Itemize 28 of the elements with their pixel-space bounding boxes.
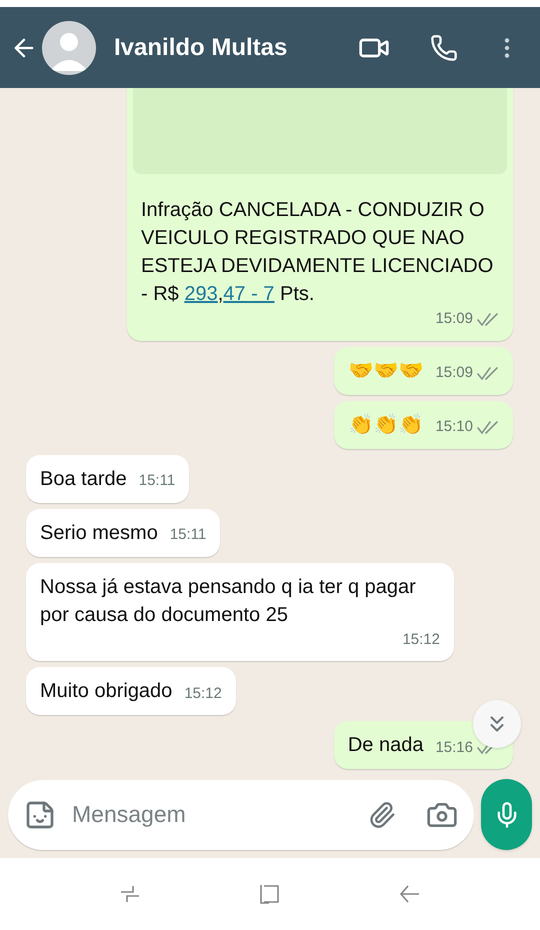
message-text: 👏👏👏 (348, 412, 424, 438)
contact-name[interactable]: Ivanildo Multas (114, 30, 358, 66)
scroll-down-button[interactable] (473, 700, 521, 748)
phone-icon[interactable] (430, 34, 458, 62)
message-input-field[interactable]: Mensagem (8, 780, 474, 850)
message-time: 15:11 (170, 525, 206, 545)
message-time: 15:10 (435, 417, 473, 437)
message-link[interactable]: 47 - 7 (223, 283, 274, 305)
microphone-button[interactable] (481, 779, 532, 850)
paperclip-icon[interactable] (368, 800, 396, 828)
message-time: 15:11 (138, 471, 176, 491)
message-text: De nada (348, 733, 424, 758)
message-text: Infração CANCELADA - CONDUZIR O VEICULO REGISTRADO QUE NAO ESTEJA DEVIDAMENTE LICENCIADO - R$ 293,47 - 7 Pts. (141, 198, 494, 307)
message-text: Boa tarde (40, 466, 127, 492)
message-time: 15:12 (184, 684, 222, 704)
message-text: 🤝🤝🤝 (348, 358, 424, 384)
message-time: 15:12 (402, 630, 440, 650)
message-time: 15:09 (435, 363, 473, 383)
avatar-silhouette[interactable] (42, 20, 96, 74)
message-time: 15:16 (435, 738, 473, 758)
message-link[interactable]: 293 (184, 283, 218, 305)
message-time: 15:09 (435, 309, 473, 329)
home-square-icon[interactable] (258, 882, 282, 906)
message-text: Nossa já estava pensando q ia ter q pagar por causa do documento 25 (40, 574, 417, 628)
message-input[interactable]: Mensagem (72, 797, 368, 832)
sticker-icon[interactable] (24, 798, 56, 830)
message-text: Muito obrigado (40, 679, 172, 704)
message-text: Serio mesmo (40, 520, 158, 546)
